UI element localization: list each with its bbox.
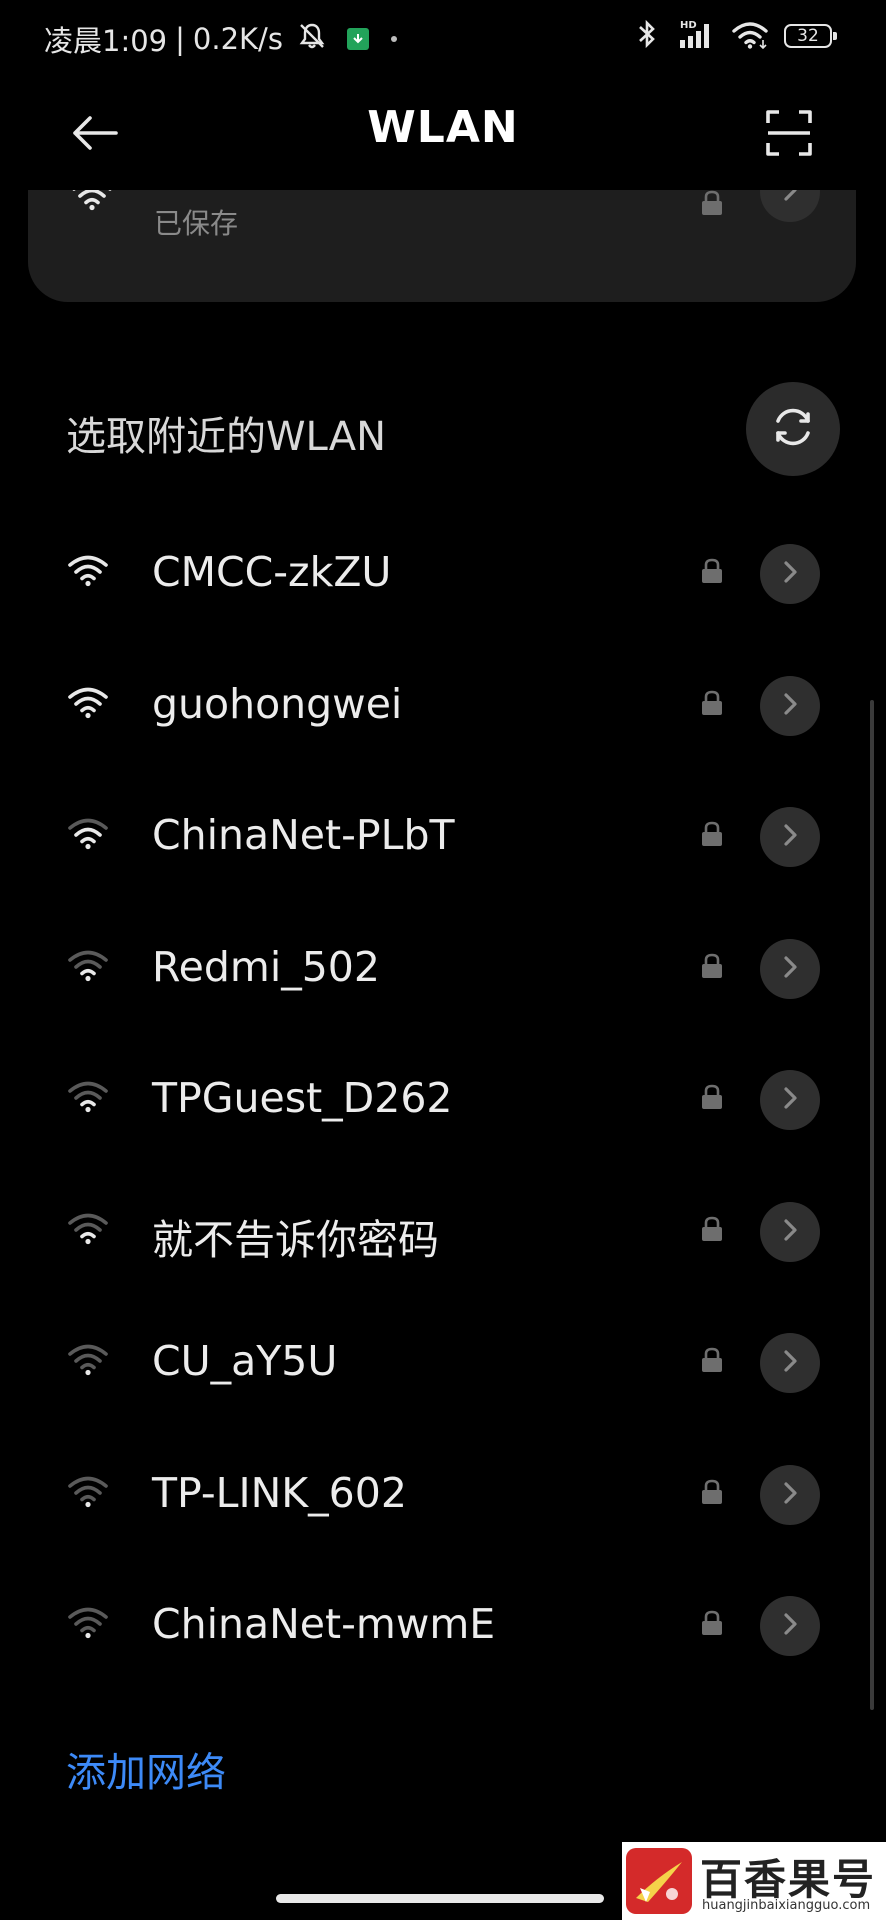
wifi-icon: [66, 947, 110, 987]
chevron-right-icon: [781, 1218, 799, 1246]
status-right: HD 32: [636, 18, 837, 54]
network-row[interactable]: CU_aY5U: [0, 1297, 886, 1429]
wifi-icon: [66, 1210, 110, 1250]
lock-icon: [700, 953, 724, 983]
wifi-status-icon: [730, 18, 770, 54]
nearby-wlan-title: 选取附近的WLAN: [66, 414, 387, 460]
refresh-icon: [770, 404, 816, 454]
wifi-icon: [66, 1604, 110, 1644]
more-notifications-dot: [390, 36, 397, 42]
wifi-icon: [66, 1341, 110, 1381]
chevron-right-icon: [781, 1086, 799, 1114]
wifi-icon: [70, 190, 114, 216]
download-notification-icon: [346, 28, 369, 50]
network-row[interactable]: CMCC-zkZU: [0, 508, 886, 640]
qr-scan-icon: [765, 109, 813, 161]
network-ssid: guohongwei: [152, 679, 403, 728]
network-ssid: ChinaNet-mwmE: [152, 1600, 496, 1648]
chevron-right-icon: [781, 1481, 799, 1509]
network-ssid: TPGuest_D262: [152, 1074, 453, 1122]
network-row[interactable]: ChinaNet-PLbT: [0, 771, 886, 903]
network-ssid: ChinaNet-PLbT: [152, 811, 455, 859]
network-detail-button[interactable]: [760, 1596, 820, 1656]
lock-icon: [700, 1479, 724, 1509]
wifi-icon: [66, 1473, 110, 1513]
status-left: 凌晨1:09 | 0.2K/s: [44, 18, 397, 60]
wifi-icon: [66, 684, 110, 724]
wifi-icon: [66, 815, 110, 855]
lock-icon: [700, 1084, 724, 1114]
status-time: 凌晨1:09: [44, 24, 168, 58]
lock-icon: [700, 190, 724, 220]
bluetooth-icon: [636, 18, 658, 54]
lock-icon: [700, 1216, 724, 1246]
network-ssid: Redmi_502: [152, 942, 380, 991]
chevron-right-icon: [781, 1612, 799, 1640]
network-ssid: 就不告诉你密码: [152, 1215, 439, 1264]
network-row[interactable]: Redmi_502: [0, 903, 886, 1035]
header: WLAN: [0, 80, 886, 192]
saved-network-detail-button[interactable]: [760, 190, 820, 222]
network-detail-button[interactable]: [760, 1464, 820, 1525]
saved-network-card[interactable]: 已保存: [28, 190, 856, 302]
network-row[interactable]: TPGuest_D262: [0, 1034, 886, 1166]
lock-icon: [700, 690, 724, 720]
status-separator: |: [175, 22, 185, 56]
chevron-right-icon: [781, 955, 799, 983]
watermark-logo-icon: [626, 1848, 692, 1914]
status-net-speed: 0.2K/s: [192, 22, 283, 56]
battery-icon: 32: [784, 24, 837, 48]
network-detail-button[interactable]: [760, 544, 820, 604]
network-type-label: HD: [680, 20, 697, 31]
chevron-right-icon: [781, 823, 799, 851]
watermark: 百香果号 huangjinbaixiangguo.com: [622, 1842, 886, 1920]
home-indicator[interactable]: [276, 1894, 604, 1903]
add-network-link[interactable]: 添加网络: [66, 1740, 226, 1798]
network-row[interactable]: ChinaNet-mwmE: [0, 1560, 886, 1692]
lock-icon: [700, 558, 724, 588]
lock-icon: [700, 821, 724, 851]
cellular-signal-icon: HD: [672, 18, 716, 54]
network-detail-button[interactable]: [760, 1333, 820, 1393]
battery-level: 32: [797, 26, 819, 46]
refresh-button[interactable]: [746, 382, 840, 476]
network-detail-button[interactable]: [760, 807, 820, 867]
chevron-right-icon: [781, 1349, 799, 1377]
network-list: CMCC-zkZU guohongwei ChinaNet-PLbT Redmi_50…: [0, 508, 886, 1692]
network-ssid: CMCC-zkZU: [152, 548, 392, 596]
network-row[interactable]: 就不告诉你密码: [0, 1166, 886, 1298]
page-title: WLAN: [367, 102, 519, 153]
wifi-icon: [66, 552, 110, 592]
scan-qr-button[interactable]: [756, 102, 822, 168]
saved-status: 已保存: [154, 207, 239, 240]
network-row[interactable]: TP-LINK_602: [0, 1429, 886, 1561]
network-detail-button[interactable]: [760, 1070, 820, 1130]
network-row[interactable]: guohongwei: [0, 640, 886, 772]
network-detail-button[interactable]: [760, 675, 820, 736]
chevron-right-icon: [781, 692, 799, 720]
network-detail-button[interactable]: [760, 1201, 820, 1262]
network-ssid: CU_aY5U: [152, 1337, 338, 1385]
network-detail-button[interactable]: [760, 938, 820, 999]
bell-muted-icon: [297, 21, 327, 58]
lock-icon: [700, 1347, 724, 1377]
lock-icon: [700, 1610, 724, 1640]
network-ssid: TP-LINK_602: [152, 1468, 407, 1517]
chevron-right-icon: [781, 560, 799, 588]
chevron-right-icon: [781, 190, 799, 206]
status-bar: 凌晨1:09 | 0.2K/s HD 32: [0, 0, 886, 72]
watermark-url: huangjinbaixiangguo.com: [702, 1898, 871, 1913]
scrollbar[interactable]: [870, 700, 874, 1710]
wifi-icon: [66, 1078, 110, 1118]
